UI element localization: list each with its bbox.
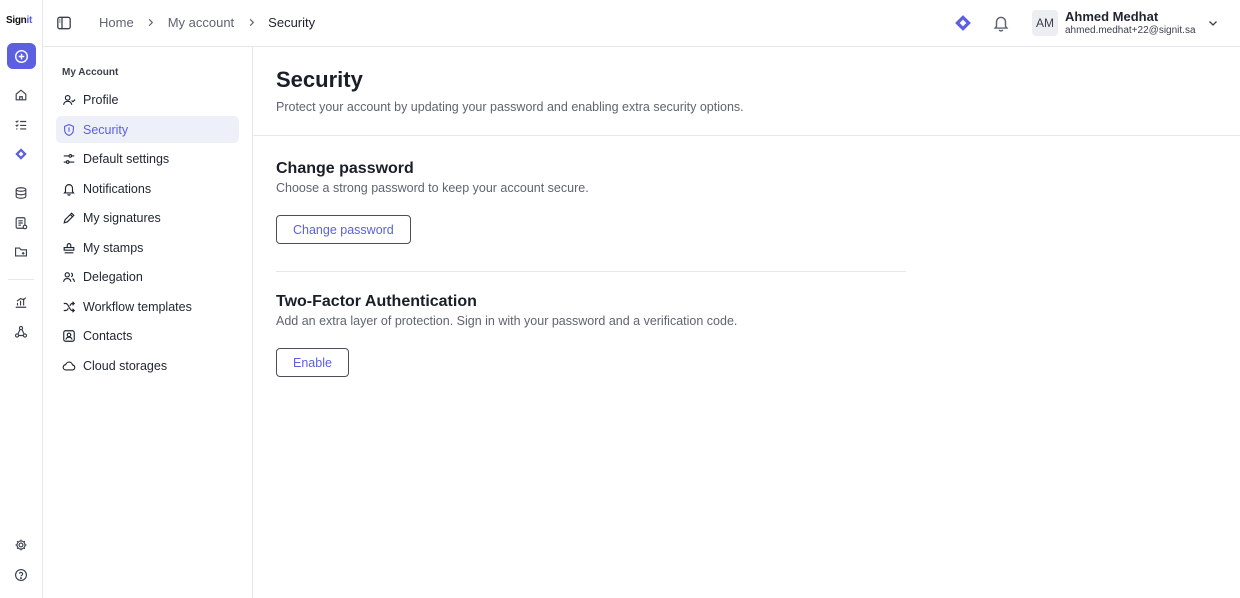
workflow-icon <box>14 325 28 338</box>
security-page: Security Protect your account by updatin… <box>253 47 1240 598</box>
contact-icon <box>62 329 76 343</box>
top-header: Home My account Security AM Ahmed Medhat… <box>43 0 1240 47</box>
rail-workflow-button[interactable] <box>0 321 42 343</box>
rail-archive-button[interactable] <box>0 182 42 204</box>
nav-item-profile[interactable]: Profile <box>56 86 239 113</box>
pen-icon <box>62 211 76 225</box>
rail-tasks-button[interactable] <box>0 114 42 136</box>
change-password-title: Change password <box>276 160 414 177</box>
two-factor-description: Add an extra layer of protection. Sign i… <box>276 314 738 328</box>
nav-item-label: Delegation <box>83 269 143 284</box>
nav-item-delegation[interactable]: Delegation <box>56 263 239 290</box>
logo-suffix: it <box>26 15 32 26</box>
document-list-icon <box>15 217 28 230</box>
chevron-right-icon <box>144 16 158 30</box>
settings-icon <box>15 539 27 551</box>
account-sidebar: My Account Profile Security Default sett… <box>43 47 253 598</box>
breadcrumb-home[interactable]: Home <box>99 15 134 30</box>
new-document-button[interactable] <box>7 43 36 69</box>
cloud-icon <box>62 359 76 373</box>
rail-documents-button[interactable] <box>0 212 42 234</box>
bell-icon <box>62 182 76 196</box>
change-password-button[interactable]: Change password <box>276 215 411 244</box>
shuffle-icon <box>62 300 76 314</box>
rail-home-button[interactable] <box>0 84 42 106</box>
user-name[interactable]: Ahmed Medhat <box>1065 9 1158 24</box>
section-divider <box>276 271 906 272</box>
nav-item-cloud-storages[interactable]: Cloud storages <box>56 352 239 379</box>
nav-item-workflow-templates[interactable]: Workflow templates <box>56 293 239 320</box>
page-subtitle: Protect your account by updating your pa… <box>276 100 744 114</box>
change-password-description: Choose a strong password to keep your ac… <box>276 181 589 195</box>
chevron-down-icon[interactable] <box>1207 17 1219 29</box>
users-icon <box>62 270 76 284</box>
user-email: ahmed.medhat+22@signit.sa <box>1065 25 1196 36</box>
nav-item-default-settings[interactable]: Default settings <box>56 145 239 172</box>
nav-item-label: Workflow templates <box>83 299 192 314</box>
page-title: Security <box>276 67 363 92</box>
stamp-icon <box>62 241 76 255</box>
sidebar-toggle-icon[interactable] <box>56 15 72 31</box>
nav-item-label: Contacts <box>83 328 133 343</box>
diamond-icon <box>15 148 27 160</box>
nav-item-label: Cloud storages <box>83 358 168 373</box>
user-icon <box>62 93 76 107</box>
nav-item-label: Profile <box>83 92 119 107</box>
home-icon <box>15 89 27 101</box>
rail-shared-folders-button[interactable] <box>0 241 42 263</box>
archive-icon <box>15 187 27 199</box>
rail-divider <box>8 279 34 280</box>
task-list-icon <box>15 120 27 130</box>
bell-icon[interactable] <box>992 14 1010 32</box>
diamond-icon[interactable] <box>954 14 972 32</box>
rail-diamond-button[interactable] <box>0 143 42 165</box>
nav-item-security[interactable]: Security <box>56 116 239 143</box>
avatar[interactable]: AM <box>1032 10 1058 36</box>
chevron-right-icon <box>244 16 258 30</box>
folder-share-icon <box>15 247 27 257</box>
account-nav-heading: My Account <box>62 67 119 78</box>
rail-analytics-button[interactable] <box>0 291 42 313</box>
signit-logo[interactable]: Signit <box>6 15 32 26</box>
rail-settings-button[interactable] <box>0 534 42 556</box>
nav-item-label: My stamps <box>83 240 144 255</box>
icon-rail: Signit <box>0 0 43 598</box>
shield-icon <box>62 123 76 137</box>
sliders-icon <box>62 152 76 166</box>
plus-circle-icon <box>14 49 29 63</box>
nav-item-my-signatures[interactable]: My signatures <box>56 204 239 231</box>
rail-help-button[interactable] <box>0 564 42 586</box>
nav-item-contacts[interactable]: Contacts <box>56 322 239 349</box>
breadcrumb-my-account[interactable]: My account <box>168 15 234 30</box>
nav-item-label: My signatures <box>83 210 161 225</box>
help-icon <box>15 569 27 581</box>
nav-item-label: Security <box>83 122 129 137</box>
nav-item-notifications[interactable]: Notifications <box>56 175 239 202</box>
logo-text: Sign <box>6 15 27 26</box>
page-divider <box>253 135 1240 136</box>
two-factor-title: Two-Factor Authentication <box>276 293 477 310</box>
nav-item-my-stamps[interactable]: My stamps <box>56 234 239 261</box>
enable-two-factor-button[interactable]: Enable <box>276 348 349 377</box>
nav-item-label: Notifications <box>83 181 152 196</box>
breadcrumb: Home My account Security <box>99 15 315 30</box>
nav-item-label: Default settings <box>83 151 170 166</box>
breadcrumb-current: Security <box>268 15 316 30</box>
analytics-icon <box>15 297 27 308</box>
